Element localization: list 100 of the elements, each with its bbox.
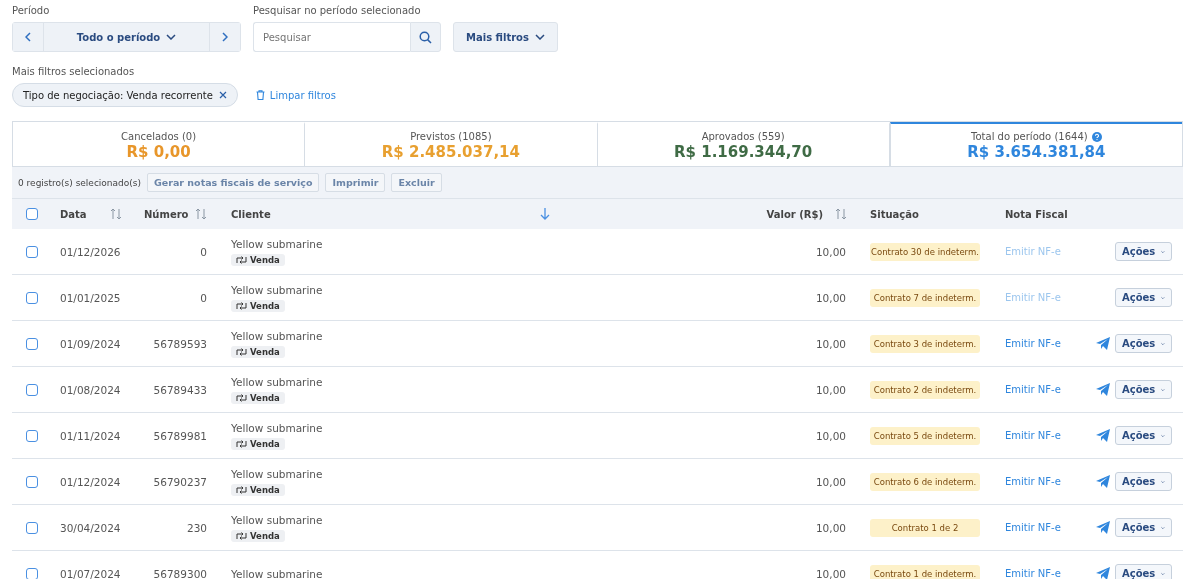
recurring-tag: Venda	[231, 529, 285, 542]
close-icon[interactable]	[218, 91, 227, 99]
client-cell: Yellow submarine	[231, 237, 323, 250]
value-cell-text: 10,00	[814, 521, 847, 534]
summary-label: Aprovados (559)	[701, 131, 785, 142]
actions-dropdown[interactable]: Ações	[1115, 518, 1172, 537]
date-cell-text: 01/01/2025	[59, 291, 122, 304]
arrow-down-icon[interactable]	[540, 208, 550, 220]
summary-tab[interactable]: Total do período (1644) R$ 3.654.381,84	[889, 122, 1182, 167]
chevron-down-icon	[534, 34, 545, 40]
clear-filters-link[interactable]: Limpar filtros	[249, 88, 342, 102]
paper-plane-icon[interactable]	[1096, 521, 1110, 534]
value-cell-text: 10,00	[814, 475, 847, 488]
sort-icon[interactable]	[110, 208, 122, 220]
sort-icon[interactable]	[195, 208, 207, 220]
actions-dropdown[interactable]: Ações	[1115, 334, 1172, 353]
status-badge: Contrato 1 de indeterm.	[870, 564, 980, 579]
value-cell-text: 10,00	[814, 337, 847, 350]
toolbar-button[interactable]: Imprimir	[325, 173, 386, 192]
client-cell: Yellow submarine	[231, 467, 323, 480]
summary-amount: R$ 1.169.344,70	[673, 143, 814, 161]
repeat-icon	[236, 439, 247, 448]
paper-plane-icon[interactable]	[1096, 429, 1110, 442]
issue-invoice-link[interactable]: Emitir NF-e	[995, 568, 1080, 579]
repeat-icon	[236, 255, 247, 264]
more-filters-button[interactable]: Mais filtros	[453, 22, 558, 52]
selection-count: 0 registro(s) selecionado(s)	[18, 177, 141, 188]
selected-filters-label: Mais filtros selecionados	[12, 66, 136, 77]
paper-plane-icon[interactable]	[1096, 475, 1110, 488]
filter-chip[interactable]: Tipo de negociação: Venda recorrente	[12, 83, 238, 107]
actions-dropdown[interactable]: Ações	[1115, 564, 1172, 579]
help-icon[interactable]	[1091, 131, 1102, 142]
recurring-tag: Venda	[231, 299, 285, 312]
period-label: Período	[12, 5, 51, 16]
issue-invoice-link[interactable]: Emitir NF-e	[995, 522, 1080, 533]
column-header: Nota Fiscal	[1005, 208, 1068, 220]
summary-amount: R$ 2.485.037,14	[380, 143, 521, 161]
status-badge: Contrato 3 de indeterm.	[870, 334, 980, 353]
client-cell: Yellow submarine	[231, 283, 323, 296]
chevron-right-icon	[222, 32, 228, 42]
number-cell-text: 56789433	[152, 383, 208, 396]
number-cell-text: 56789593	[152, 337, 208, 350]
toolbar-button[interactable]: Excluir	[391, 173, 442, 192]
date-cell-text: 01/12/2024	[59, 475, 122, 488]
summary-label: Previstos (1085)	[410, 131, 492, 142]
client-cell: Yellow submarine	[231, 329, 323, 342]
row-checkbox[interactable]	[26, 567, 38, 579]
search-button[interactable]	[410, 22, 441, 52]
search-field[interactable]: Pesquisar	[253, 22, 410, 52]
status-badge: Contrato 1 de 2	[870, 518, 980, 537]
actions-dropdown[interactable]: Ações	[1115, 380, 1172, 399]
repeat-icon	[236, 393, 247, 402]
number-cell-text: 0	[199, 245, 208, 258]
issue-invoice-link[interactable]: Emitir NF-e	[995, 476, 1080, 487]
status-badge: Contrato 7 de indeterm.	[870, 288, 980, 307]
date-cell-text: 01/12/2026	[59, 245, 122, 258]
client-cell: Yellow submarine	[231, 513, 323, 526]
repeat-icon	[236, 347, 247, 356]
sort-icon[interactable]	[835, 208, 847, 220]
paper-plane-icon[interactable]	[1096, 567, 1110, 579]
number-cell-text: 56790237	[152, 475, 208, 488]
column-header: Data	[60, 208, 87, 220]
repeat-icon	[236, 485, 247, 494]
recurring-tag: Venda	[231, 391, 285, 404]
paper-plane-icon[interactable]	[1096, 337, 1110, 350]
row-checkbox[interactable]	[26, 521, 38, 534]
select-all-checkbox[interactable]	[26, 208, 38, 220]
recurring-tag: Venda	[231, 345, 285, 358]
row-checkbox[interactable]	[26, 337, 38, 350]
number-cell-text: 56789300	[152, 567, 208, 579]
column-header: Valor (R$)	[766, 208, 823, 220]
summary-amount: R$ 3.654.381,84	[966, 143, 1107, 161]
status-badge: Contrato 6 de indeterm.	[870, 472, 980, 491]
issue-invoice-link[interactable]: Emitir NF-e	[995, 338, 1080, 349]
search-label: Pesquisar no período selecionado	[253, 5, 422, 16]
row-checkbox[interactable]	[26, 383, 38, 396]
recurring-tag: Venda	[231, 437, 285, 450]
summary-amount: R$ 0,00	[125, 143, 192, 161]
paper-plane-icon[interactable]	[1096, 383, 1110, 396]
client-cell: Yellow submarine	[231, 567, 323, 579]
date-cell-text: 01/08/2024	[59, 383, 122, 396]
value-cell-text: 10,00	[814, 383, 847, 396]
issue-invoice-link[interactable]: Emitir NF-e	[995, 384, 1080, 395]
summary-label: Total do período (1644)	[971, 131, 1088, 142]
period-dropdown[interactable]: Todo o período	[43, 23, 210, 51]
number-cell-text: 0	[199, 291, 208, 304]
row-checkbox[interactable]	[26, 429, 38, 442]
issue-invoice-link[interactable]: Emitir NF-e	[995, 430, 1080, 441]
actions-dropdown[interactable]: Ações	[1115, 472, 1172, 491]
repeat-icon	[236, 301, 247, 310]
value-cell-text: 10,00	[814, 567, 847, 579]
toolbar-button[interactable]: Gerar notas fiscais de serviço	[147, 173, 320, 192]
actions-dropdown[interactable]: Ações	[1115, 426, 1172, 445]
date-cell-text: 01/09/2024	[59, 337, 122, 350]
client-cell: Yellow submarine	[231, 375, 323, 388]
row-checkbox[interactable]	[26, 475, 38, 488]
value-cell-text: 10,00	[814, 245, 847, 258]
status-badge: Contrato 5 de indeterm.	[870, 426, 980, 445]
status-badge: Contrato 2 de indeterm.	[870, 380, 980, 399]
recurring-tag: Venda	[231, 253, 285, 266]
